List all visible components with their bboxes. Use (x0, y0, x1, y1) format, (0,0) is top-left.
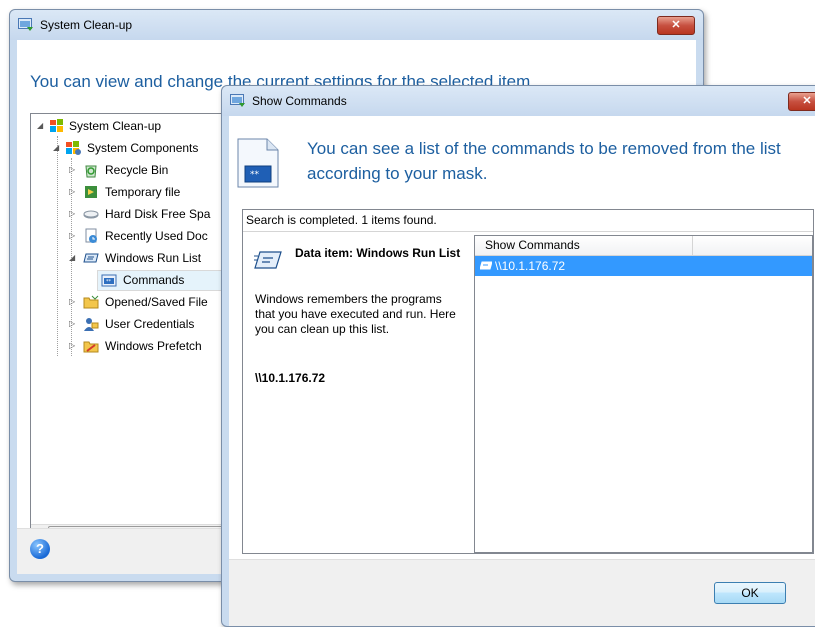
windows-logo-icon (50, 119, 63, 132)
tree-item-label: System Components (87, 141, 199, 155)
column-header-show-commands[interactable]: Show Commands (485, 238, 580, 252)
folder-icon (83, 295, 99, 309)
search-status: Search is completed. 1 items found. (246, 213, 437, 227)
data-item-info: Data item: Windows Run List Windows reme… (243, 232, 475, 553)
tree-item-label: Opened/Saved File (105, 295, 208, 309)
results-panel: Search is completed. 1 items found. Data… (242, 209, 814, 554)
cleanup-app-icon (18, 18, 33, 31)
hard-disk-icon (83, 210, 99, 219)
collapsed-arrow-icon[interactable]: ▷ (69, 188, 77, 196)
recent-documents-icon (85, 228, 97, 243)
list-header: Show Commands (475, 236, 812, 256)
tree-item-label: Hard Disk Free Spa (105, 207, 211, 221)
components-icon (66, 141, 81, 155)
tree-item-label: System Clean-up (69, 119, 162, 133)
cleanup-app-icon (230, 94, 245, 107)
prefetch-icon (83, 341, 99, 353)
svg-text:**: ** (106, 279, 112, 285)
collapsed-arrow-icon[interactable]: ▷ (69, 320, 77, 328)
collapsed-arrow-icon[interactable]: ▷ (69, 298, 77, 306)
dialog-title: Show Commands (252, 94, 347, 108)
tree-item-label: Windows Run List (105, 251, 202, 265)
recycle-bin-icon (85, 165, 97, 178)
dialog-headline: You can see a list of the commands to be… (307, 139, 781, 183)
dialog-close-button[interactable]: ✕ (788, 92, 815, 111)
close-button[interactable]: ✕ (657, 16, 695, 35)
tree-item-label: Windows Prefetch (105, 339, 202, 353)
show-commands-dialog: Show Commands ✕ ** You can see a list of… (221, 85, 815, 627)
collapsed-arrow-icon[interactable]: ▷ (69, 342, 77, 350)
tree-item-label: Commands (123, 273, 185, 287)
dialog-footer: OK (229, 559, 815, 626)
collapsed-arrow-icon[interactable]: ▷ (69, 166, 77, 174)
svg-text:**: ** (250, 170, 260, 180)
window-title: System Clean-up (40, 18, 133, 32)
dialog-content: ** You can see a list of the commands to… (229, 116, 815, 626)
tree-item-label: User Credentials (105, 317, 195, 331)
tree-item-label: Recently Used Doc (105, 229, 208, 243)
temporary-file-icon (85, 186, 97, 198)
run-list-icon (254, 251, 282, 269)
run-list-icon (83, 253, 99, 263)
expanded-arrow-icon[interactable]: ◢ (53, 144, 61, 152)
list-item-text: \\10.1.176.72 (495, 259, 566, 273)
data-item-title: Data item: Windows Run List (295, 246, 461, 260)
title-bar[interactable]: System Clean-up ✕ (10, 10, 703, 40)
help-icon[interactable]: ? (30, 539, 50, 559)
expanded-arrow-icon[interactable]: ◢ (37, 122, 45, 130)
data-item-value: \\10.1.176.72 (255, 371, 326, 385)
collapsed-arrow-icon[interactable]: ▷ (69, 210, 77, 218)
tree-item-label: Temporary file (105, 185, 181, 199)
user-credentials-icon (84, 318, 99, 331)
collapsed-arrow-icon[interactable]: ▷ (69, 232, 77, 240)
commands-document-icon: ** (237, 138, 279, 188)
commands-icon: ** (101, 274, 117, 287)
column-separator[interactable] (692, 236, 693, 255)
run-command-icon (480, 261, 492, 270)
dialog-title-bar[interactable]: Show Commands ✕ (222, 86, 815, 116)
list-item[interactable]: \\10.1.176.72 (475, 256, 812, 276)
tree-item-label: Recycle Bin (105, 163, 169, 177)
expanded-arrow-icon[interactable]: ◢ (69, 254, 77, 262)
data-item-description: Windows remembers the programs that you … (255, 292, 456, 336)
commands-list[interactable]: Show Commands \\10.1.176.72 (474, 235, 813, 553)
ok-button[interactable]: OK (714, 582, 786, 604)
